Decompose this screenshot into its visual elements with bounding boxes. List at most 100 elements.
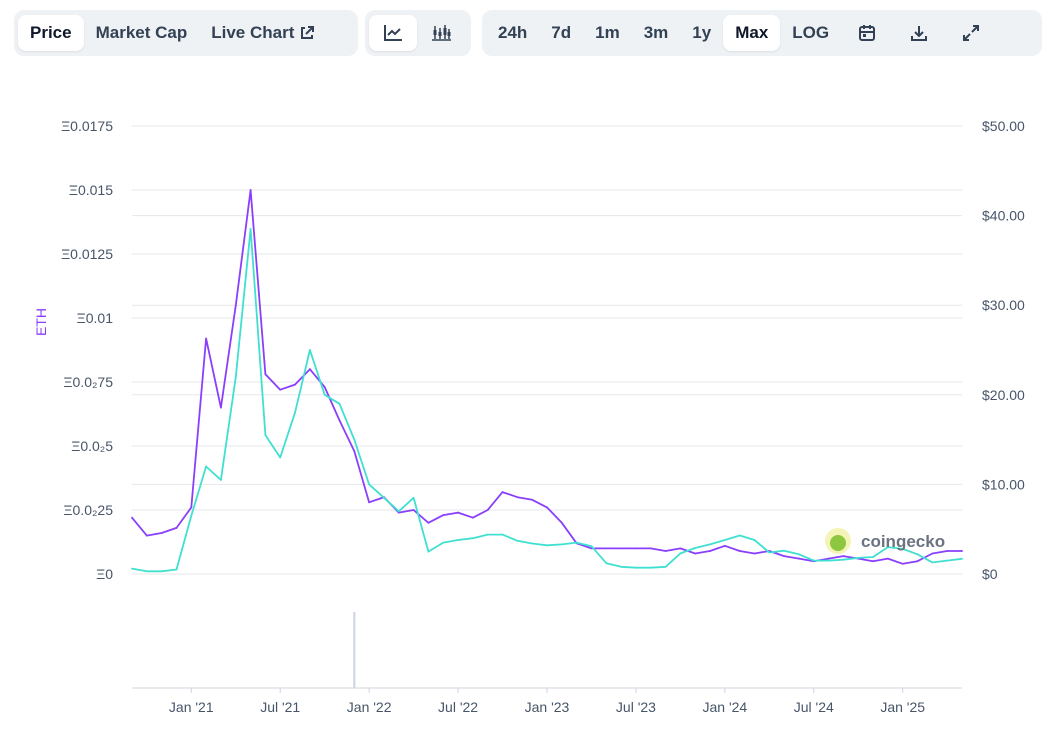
usd-price-point <box>131 567 133 570</box>
coingecko-watermark: coingecko <box>825 528 945 554</box>
eth-price-point <box>353 450 356 453</box>
y-left-tick-label: Ξ0.0₂75 <box>63 374 113 390</box>
eth-price-point <box>709 550 711 552</box>
usd-price-point <box>486 533 489 536</box>
eth-price-point <box>531 498 534 501</box>
eth-price-point <box>931 552 934 555</box>
eth-price-point <box>635 547 637 550</box>
usd-price-point <box>190 514 193 517</box>
eth-price-point <box>827 557 830 560</box>
y-left-tick-label: Ξ0.0₂25 <box>63 502 113 518</box>
eth-price-point <box>279 388 282 391</box>
usd-price-point <box>560 543 563 546</box>
y-left-tick-label: Ξ0.015 <box>69 182 113 198</box>
usd-price-point <box>931 561 934 564</box>
y-left-axis-label: ETH <box>33 308 49 336</box>
eth-price-point <box>131 516 133 519</box>
x-tick-label: Jul '24 <box>794 699 834 715</box>
x-tick-label: Jul '23 <box>616 699 656 715</box>
usd-price-point <box>961 557 963 560</box>
usd-price-point <box>546 544 548 547</box>
eth-price-point <box>886 557 889 560</box>
usd-price-point <box>857 556 860 559</box>
usd-price-point <box>501 533 504 536</box>
x-tick-label: Jul '22 <box>438 699 478 715</box>
eth-price-point <box>753 552 756 555</box>
eth-price-point <box>234 304 237 307</box>
usd-price-point <box>323 393 326 396</box>
eth-price-point <box>249 189 252 191</box>
usd-price-point <box>842 558 845 561</box>
eth-price-point <box>694 552 697 555</box>
usd-price-point <box>738 534 741 537</box>
eth-price-point <box>145 534 148 537</box>
eth-price-point <box>264 373 267 376</box>
eth-price-point <box>205 337 208 340</box>
usd-price-line <box>131 228 963 573</box>
eth-price-point <box>190 506 193 509</box>
y-right-tick-label: $0 <box>982 566 998 582</box>
usd-price-point <box>457 539 459 541</box>
usd-price-point <box>308 349 311 351</box>
y-right-tick-label: $20.00 <box>982 387 1025 403</box>
price-chart: $50.00 $40.00 $30.00 $20.00 $10.00 $0 Ξ0.0175 Ξ… <box>0 0 1059 740</box>
usd-price-point <box>649 566 652 569</box>
eth-price-point <box>338 419 341 422</box>
usd-price-point <box>620 565 623 568</box>
eth-price-point <box>160 532 163 534</box>
eth-price-point <box>308 368 311 371</box>
usd-price-point <box>916 553 919 556</box>
eth-price-point <box>427 521 430 524</box>
y-left-tick-label: Ξ0.01 <box>77 310 114 326</box>
usd-price-point <box>516 539 519 542</box>
price-chart-svg: $50.00 $40.00 $30.00 $20.00 $10.00 $0 Ξ0.0175 Ξ… <box>33 118 1025 715</box>
usd-price-point <box>590 545 593 548</box>
eth-price-point <box>738 550 741 552</box>
usd-price-point <box>946 559 949 562</box>
usd-price-point <box>397 510 400 513</box>
eth-price-point <box>412 509 415 511</box>
y-right-tick-label: $30.00 <box>982 297 1025 313</box>
usd-price-point <box>783 549 786 552</box>
usd-price-point <box>753 539 756 541</box>
usd-price-point <box>635 566 637 569</box>
usd-price-point <box>798 553 800 556</box>
y-left-tick-label: Ξ0.0175 <box>61 118 113 134</box>
usd-price-point <box>827 559 830 562</box>
usd-price-point <box>812 559 815 562</box>
eth-price-point <box>783 555 786 557</box>
eth-price-point <box>798 557 800 560</box>
usd-price-point <box>234 375 237 378</box>
usd-price-point <box>353 438 356 441</box>
x-tick-label: Jan '24 <box>702 699 747 715</box>
usd-price-point <box>427 550 430 553</box>
x-tick-label: Jul '21 <box>260 699 300 715</box>
usd-price-point <box>664 565 667 568</box>
usd-price-point <box>768 551 771 554</box>
usd-price-point <box>368 483 371 486</box>
eth-price-point <box>605 547 608 550</box>
eth-price-point <box>723 544 726 547</box>
eth-price-point <box>471 516 474 519</box>
y-right-tick-label: $40.00 <box>982 208 1025 224</box>
usd-price-point <box>160 570 163 573</box>
usd-price-point <box>338 402 341 405</box>
eth-price-point <box>916 560 919 563</box>
eth-price-point <box>842 555 845 557</box>
usd-price-point <box>442 541 445 544</box>
x-tick-label: Jan '22 <box>347 699 392 715</box>
eth-price-point <box>368 501 371 504</box>
usd-price-point <box>279 456 282 459</box>
usd-price-point <box>709 543 711 546</box>
usd-price-point <box>145 570 148 573</box>
y-right-tick-label: $50.00 <box>982 118 1025 134</box>
usd-price-point <box>575 541 578 544</box>
eth-price-point <box>546 506 548 509</box>
eth-price-point <box>664 550 667 552</box>
usd-price-point <box>205 465 208 468</box>
x-tick-label: Jan '23 <box>525 699 570 715</box>
eth-price-point <box>620 547 623 550</box>
eth-price-point <box>961 550 963 552</box>
usd-price-point <box>412 496 415 499</box>
eth-price-point <box>175 527 178 529</box>
